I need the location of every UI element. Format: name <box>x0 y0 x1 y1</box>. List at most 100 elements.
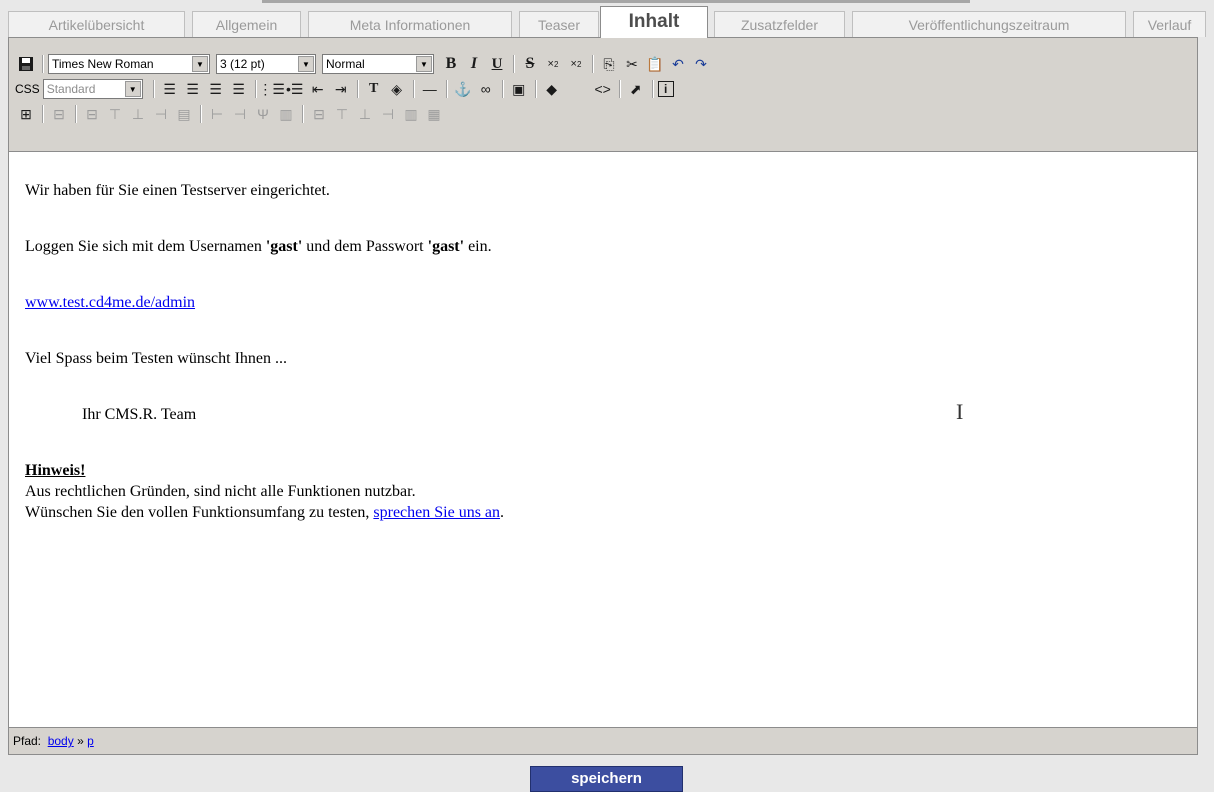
tab-veroeffentlichungszeitraum[interactable]: Veröffentlichungszeitraum <box>852 11 1126 37</box>
insert-row-after-icon[interactable]: ⊥ <box>127 103 149 125</box>
toolbar-separator <box>445 80 448 98</box>
content-text: Loggen Sie sich mit dem Usernamen <box>25 238 266 255</box>
cell-properties-icon[interactable]: ⊟ <box>308 103 330 125</box>
signature-text: Ihr CMS.R. Team <box>82 406 197 423</box>
ordered-list-icon[interactable]: ⋮☰ <box>258 78 285 100</box>
underline-icon[interactable]: U <box>486 53 508 75</box>
chevron-down-icon: ▼ <box>192 56 208 72</box>
password-value: 'gast' <box>427 238 465 255</box>
superscript-icon[interactable]: × 2 <box>565 53 587 75</box>
unordered-list-icon[interactable]: •☰ <box>284 78 306 100</box>
font-family-select[interactable]: Times New Roman ▼ <box>48 54 210 74</box>
align-center-icon[interactable]: ☰ <box>182 78 204 100</box>
horizontal-rule-icon[interactable]: — <box>419 78 441 100</box>
toolbar-row-3: ⊞ ⊟ ⊟ ⊤ ⊥ ⊣ ▤ ⊢ ⊣ Ψ ▥ ⊟ ⊤ ⊥ ⊣ ▥ ▦ <box>15 102 446 126</box>
content-paragraph: Ihr CMS.R. Team <box>82 406 196 424</box>
content-paragraph: Viel Spass beim Testen wünscht Ihnen ... <box>25 350 287 368</box>
insert-column-after-icon[interactable]: ⊣ <box>229 103 251 125</box>
toolbar-separator <box>501 80 504 98</box>
plugin-icon[interactable]: ◆ <box>541 78 563 100</box>
toolbar-separator <box>651 80 654 98</box>
table-properties-icon[interactable]: ⊟ <box>48 103 70 125</box>
tab-bar: Artikelübersicht Allgemein Meta Informat… <box>8 6 1206 38</box>
undo-icon[interactable]: ↶ <box>667 53 689 75</box>
content-paragraph: Loggen Sie sich mit dem Usernamen 'gast'… <box>25 238 492 256</box>
content-paragraph: www.test.cd4me.de/admin <box>25 294 195 312</box>
toolbar-row-1: Times New Roman ▼ 3 (12 pt) ▼ Normal ▼ B… <box>15 52 713 76</box>
toolbar-separator <box>75 105 77 123</box>
tab-teaser[interactable]: Teaser <box>519 11 599 37</box>
content-paragraph: Wir haben für Sie einen Testserver einge… <box>25 182 330 200</box>
insert-column-before-icon[interactable]: ⊢ <box>206 103 228 125</box>
align-justify-icon[interactable]: ☰ <box>228 78 250 100</box>
path-separator: » <box>77 734 84 748</box>
editor-frame: Times New Roman ▼ 3 (12 pt) ▼ Normal ▼ B… <box>8 37 1198 755</box>
toolbar-separator <box>200 105 202 123</box>
row-properties-icon[interactable]: ⊟ <box>81 103 103 125</box>
outdent-icon[interactable]: ⇤ <box>307 78 329 100</box>
toolbar-row-2: CSS Standard ▼ ☰ ☰ ☰ ☰ ⋮☰ •☰ ⇤ ⇥ T ◈ — ⚓… <box>15 77 675 101</box>
font-size-select[interactable]: 3 (12 pt) ▼ <box>216 54 316 74</box>
paste-icon[interactable]: 📋 <box>644 53 666 75</box>
admin-link[interactable]: www.test.cd4me.de/admin <box>25 294 195 311</box>
toolbar-separator <box>42 105 44 123</box>
link-icon[interactable]: ∞ <box>475 78 497 100</box>
cut-icon[interactable]: ✂ <box>621 53 643 75</box>
split-cell-icon[interactable]: ▥ <box>400 103 422 125</box>
save-icon[interactable] <box>15 53 37 75</box>
info-icon[interactable]: i <box>657 81 674 97</box>
background-color-icon[interactable]: ◈ <box>386 78 408 100</box>
copy-icon[interactable]: ⎘ <box>598 53 620 75</box>
toolbar-separator <box>356 80 359 98</box>
delete-row-icon[interactable]: ⊣ <box>150 103 172 125</box>
insert-table-icon[interactable]: ⊞ <box>15 103 37 125</box>
tab-inhalt[interactable]: Inhalt <box>600 6 708 38</box>
delete-cell-icon[interactable]: ⊥ <box>354 103 376 125</box>
insert-cell-icon[interactable]: ⊤ <box>331 103 353 125</box>
strikethrough-icon[interactable]: S <box>519 53 541 75</box>
css-class-select[interactable]: Standard ▼ <box>42 79 143 99</box>
merge-cells-icon[interactable]: ⊣ <box>377 103 399 125</box>
toolbar-separator <box>42 55 44 73</box>
image-icon[interactable]: ▣ <box>508 78 530 100</box>
format-value: Normal <box>326 57 365 71</box>
insert-row-before-icon[interactable]: ⊤ <box>104 103 126 125</box>
delete-column-icon[interactable]: Ψ <box>252 103 274 125</box>
anchor-icon[interactable]: ⚓ <box>452 78 474 100</box>
align-left-icon[interactable]: ☰ <box>159 78 181 100</box>
tab-meta-informationen[interactable]: Meta Informationen <box>308 11 512 37</box>
editor-content-area[interactable]: Wir haben für Sie einen Testserver einge… <box>9 152 1197 726</box>
css-label: CSS <box>15 82 40 96</box>
path-p-link[interactable]: p <box>87 734 94 748</box>
save-button[interactable]: speichern <box>530 766 683 792</box>
fullscreen-icon[interactable]: ⬈ <box>625 78 647 100</box>
content-text: Aus rechtlichen Gründen, sind nicht alle… <box>25 483 416 500</box>
bold-icon[interactable]: B <box>440 53 462 75</box>
format-select[interactable]: Normal ▼ <box>322 54 434 74</box>
path-statusbar: Pfad: body » p <box>9 727 1197 754</box>
split-rows-icon[interactable]: ▤ <box>173 103 195 125</box>
text-cursor-icon: I <box>956 399 964 424</box>
redo-icon[interactable]: ↷ <box>690 53 712 75</box>
editor-toolbar: Times New Roman ▼ 3 (12 pt) ▼ Normal ▼ B… <box>9 38 1197 152</box>
italic-icon[interactable]: I <box>463 53 485 75</box>
table-grid-icon[interactable]: ▦ <box>423 103 445 125</box>
source-code-icon[interactable]: <> <box>592 78 614 100</box>
contact-link[interactable]: sprechen Sie uns an <box>373 504 500 521</box>
align-right-icon[interactable]: ☰ <box>205 78 227 100</box>
toolbar-separator <box>592 55 594 73</box>
text-color-icon[interactable]: T <box>363 78 385 100</box>
subscript-icon[interactable]: × 2 <box>542 53 564 75</box>
content-paragraph: Wünschen Sie den vollen Funktionsumfang … <box>25 504 504 522</box>
toolbar-separator <box>152 80 155 98</box>
tab-allgemein[interactable]: Allgemein <box>192 11 301 37</box>
toolbar-separator <box>513 55 515 73</box>
path-body-link[interactable]: body <box>48 734 74 748</box>
content-text: ein. <box>464 238 492 255</box>
tab-verlauf[interactable]: Verlauf <box>1133 11 1206 37</box>
indent-icon[interactable]: ⇥ <box>330 78 352 100</box>
tab-zusatzfelder[interactable]: Zusatzfelder <box>714 11 845 37</box>
font-size-value: 3 (12 pt) <box>220 57 265 71</box>
tab-artikeluebersicht[interactable]: Artikelübersicht <box>8 11 185 37</box>
split-columns-icon[interactable]: ▥ <box>275 103 297 125</box>
